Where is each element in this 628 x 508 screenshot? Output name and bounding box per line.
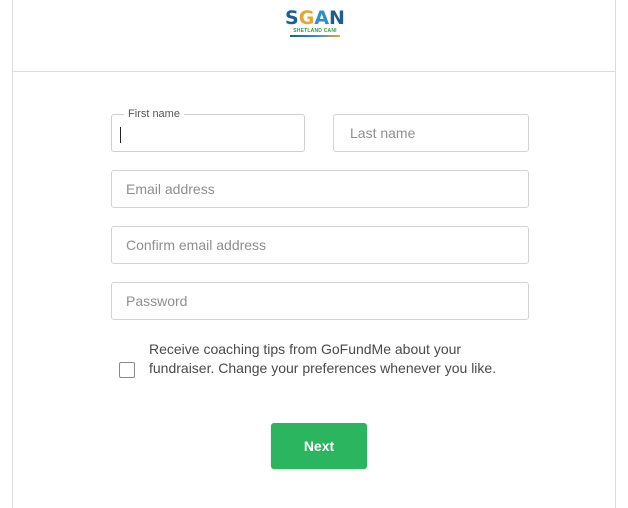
email-placeholder: Email address	[126, 181, 215, 197]
coaching-tips-checkbox[interactable]	[119, 362, 135, 378]
first-name-field[interactable]: First name	[111, 108, 305, 152]
password-placeholder: Password	[126, 293, 188, 309]
header: SGAN SHETLAND CANI	[13, 0, 615, 72]
sgan-logo: SGAN SHETLAND CANI	[283, 8, 347, 42]
last-name-placeholder: Last name	[350, 125, 416, 141]
coaching-tips-text: Receive coaching tips from GoFundMe abou…	[149, 341, 497, 376]
last-name-field[interactable]: Last name	[333, 114, 529, 152]
next-button[interactable]: Next	[271, 423, 367, 469]
confirm-email-placeholder: Confirm email address	[126, 237, 267, 253]
logo-underline	[290, 35, 340, 37]
confirm-email-field[interactable]: Confirm email address	[111, 226, 529, 264]
logo-wordmark: SGAN	[285, 7, 345, 29]
first-name-label: First name	[124, 108, 184, 120]
password-field[interactable]: Password	[111, 282, 529, 320]
text-caret	[120, 127, 121, 143]
signup-panel: SGAN SHETLAND CANI First name Last name …	[12, 0, 616, 508]
email-field[interactable]: Email address	[111, 170, 529, 208]
